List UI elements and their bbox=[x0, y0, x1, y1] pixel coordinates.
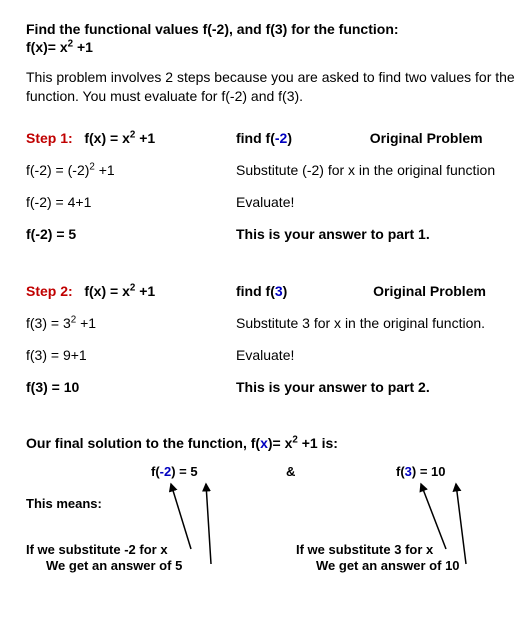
final-left-c2: We get an answer of 5 bbox=[46, 558, 182, 575]
step1-r1a1: f(-2) = (-2) bbox=[26, 162, 89, 178]
final-intro-c: +1 is: bbox=[298, 435, 338, 451]
final-intro: Our final solution to the function, f(x)… bbox=[26, 434, 519, 452]
step1-r2a: f(-2) = 4+1 bbox=[26, 193, 236, 211]
final-intro-x: x bbox=[260, 435, 268, 451]
step1-r1b: Substitute (-2) for x in the original fu… bbox=[236, 161, 519, 179]
step2-eq-a: f(x) = x bbox=[84, 283, 130, 299]
step2-orig: Original Problem bbox=[373, 283, 486, 299]
final-right-c2: We get an answer of 10 bbox=[316, 558, 460, 575]
title-line-1: Find the functional values f(-2), and f(… bbox=[26, 21, 399, 37]
step2-r3b: This is your answer to part 2. bbox=[236, 378, 519, 396]
step2-find-a: find f( bbox=[236, 283, 275, 299]
step1-find-b: ) bbox=[287, 130, 292, 146]
step2-r1b: Substitute 3 for x in the original funct… bbox=[236, 314, 519, 332]
step1-row3: f(-2) = 5 This is your answer to part 1. bbox=[26, 225, 519, 243]
step1-eq-b: +1 bbox=[135, 130, 155, 146]
step1-row1: f(-2) = (-2)2 +1 Substitute (-2) for x i… bbox=[26, 161, 519, 179]
step1-r3b: This is your answer to part 1. bbox=[236, 225, 519, 243]
step1-eq-a: f(x) = x bbox=[84, 130, 130, 146]
final-left-c1: If we substitute -2 for x bbox=[26, 542, 168, 559]
step2-r1a2: +1 bbox=[76, 315, 96, 331]
step2-label: Step 2: bbox=[26, 283, 73, 299]
final-right-c1: If we substitute 3 for x bbox=[296, 542, 433, 559]
step1-r1a2: +1 bbox=[95, 162, 115, 178]
title-eq-a: f(x)= x bbox=[26, 39, 68, 55]
page-title: Find the functional values f(-2), and f(… bbox=[26, 20, 519, 56]
step1-label: Step 1: bbox=[26, 130, 73, 146]
final-diagram: f(-2) = 5 & f(3) = 10 This means: If we … bbox=[26, 464, 519, 584]
step1-row2: f(-2) = 4+1 Evaluate! bbox=[26, 193, 519, 211]
title-eq-b: +1 bbox=[73, 39, 93, 55]
step2-r3a: f(3) = 10 bbox=[26, 378, 236, 396]
step2-eq-b: +1 bbox=[135, 283, 155, 299]
final-intro-b: )= x bbox=[268, 435, 293, 451]
step2-find-arg: 3 bbox=[275, 283, 283, 299]
step1-r2b: Evaluate! bbox=[236, 193, 519, 211]
final-intro-a: Our final solution to the function, f( bbox=[26, 435, 260, 451]
intro-paragraph: This problem involves 2 steps because yo… bbox=[26, 68, 519, 104]
step1-orig: Original Problem bbox=[370, 130, 483, 146]
step2-find-b: ) bbox=[283, 283, 288, 299]
step1-find-arg: -2 bbox=[275, 130, 287, 146]
step1-r3a: f(-2) = 5 bbox=[26, 225, 236, 243]
step2-row1: f(3) = 32 +1 Substitute 3 for x in the o… bbox=[26, 314, 519, 332]
step2-row3: f(3) = 10 This is your answer to part 2. bbox=[26, 378, 519, 396]
step2-row2: f(3) = 9+1 Evaluate! bbox=[26, 346, 519, 364]
step2-header-row: Step 2: f(x) = x2 +1 find f(3) Original … bbox=[26, 282, 519, 300]
step1-header-row: Step 1: f(x) = x2 +1 find f(-2) Original… bbox=[26, 129, 519, 147]
step2-r2b: Evaluate! bbox=[236, 346, 519, 364]
step1-find-a: find f( bbox=[236, 130, 275, 146]
step2-r1a1: f(3) = 3 bbox=[26, 315, 71, 331]
step2-r2a: f(3) = 9+1 bbox=[26, 346, 236, 364]
